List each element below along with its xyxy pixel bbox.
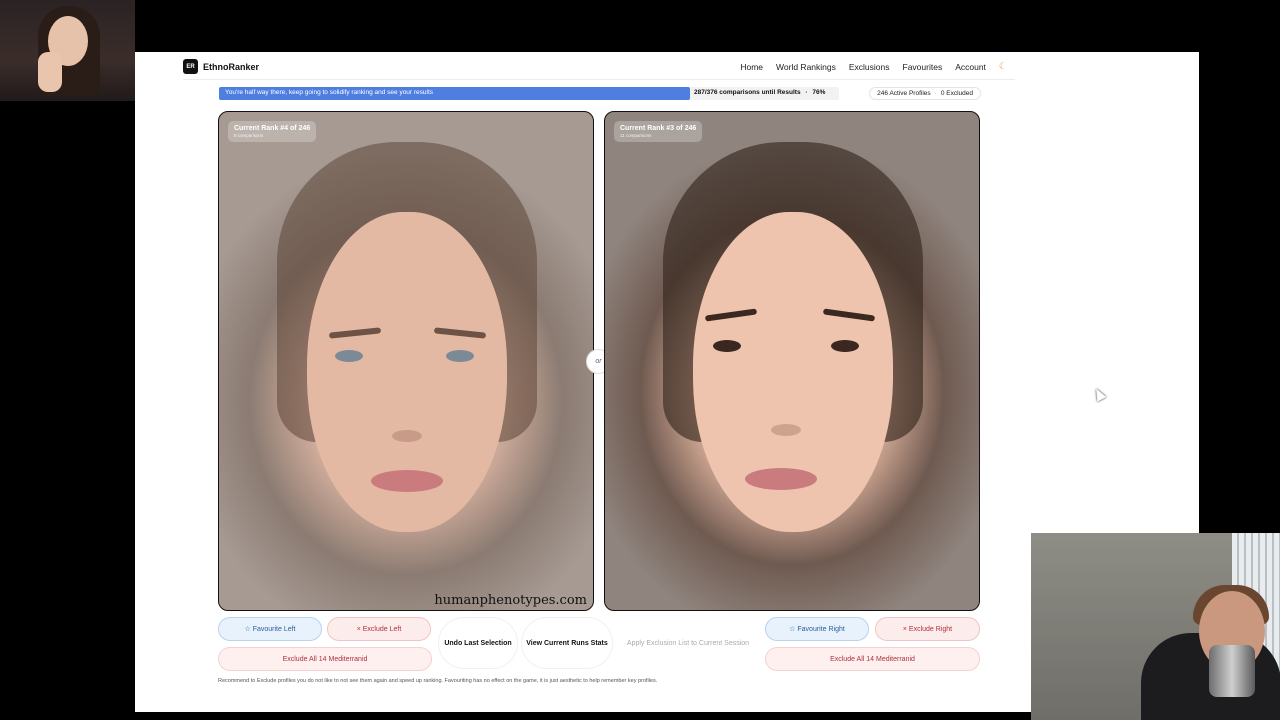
exclude-all-right-button[interactable]: Exclude All 14 Mediterranid [765, 647, 980, 671]
exclude-left-button[interactable]: × Exclude Left [327, 617, 431, 641]
exclude-right-button[interactable]: × Exclude Right [875, 617, 980, 641]
navbar: ER EthnoRanker Home World Rankings Exclu… [183, 52, 1015, 80]
right-profile-card[interactable]: Current Rank #3 of 246 11 comparisons [604, 111, 980, 611]
apply-exclusion-button[interactable]: Apply Exclusion List to Current Session [619, 618, 757, 668]
nav-links: Home World Rankings Exclusions Favourite… [740, 61, 1007, 72]
rank-badge: Current Rank #3 of 246 11 comparisons [614, 121, 703, 142]
rank-badge: Current Rank #4 of 246 8 comparisons [228, 121, 317, 142]
active-profiles-pill: 246 Active Profiles · 0 Excluded [869, 87, 981, 100]
logo-badge: ER [183, 59, 198, 74]
nav-account[interactable]: Account [955, 62, 986, 72]
left-profile-card[interactable]: Current Rank #4 of 246 8 comparisons hum… [218, 111, 594, 611]
progress-row: You're half way there, keep going to sol… [219, 87, 981, 100]
view-stats-button[interactable]: View Current Runs Stats [522, 618, 612, 668]
nav-world-rankings[interactable]: World Rankings [776, 62, 836, 72]
undo-button[interactable]: Undo Last Selection [439, 618, 517, 668]
nav-favourites[interactable]: Favourites [903, 62, 943, 72]
hint-text: Recommend to Exclude profiles you do not… [218, 678, 658, 684]
progress-message: You're half way there, keep going to sol… [225, 89, 434, 96]
logo[interactable]: ER EthnoRanker [183, 59, 259, 74]
progress-count: 287/376 comparisons until Results · 76% [694, 89, 826, 96]
moon-icon[interactable]: ☾ [999, 61, 1007, 72]
app-name: EthnoRanker [203, 61, 260, 72]
webcam-overlay-bottom-right [1031, 533, 1280, 720]
exclude-all-left-button[interactable]: Exclude All 14 Mediterranid [218, 647, 432, 671]
active-profiles-count: 246 Active Profiles [877, 90, 931, 97]
nav-home[interactable]: Home [740, 62, 763, 72]
excluded-count: 0 Excluded [940, 90, 973, 97]
screen: ER EthnoRanker Home World Rankings Exclu… [0, 0, 1280, 720]
watermark: humanphenotypes.com [434, 593, 587, 608]
favourite-left-button[interactable]: ☆ Favourite Left [218, 617, 322, 641]
favourite-right-button[interactable]: ☆ Favourite Right [765, 617, 869, 641]
nav-exclusions[interactable]: Exclusions [849, 62, 890, 72]
progress-bar: You're half way there, keep going to sol… [219, 87, 839, 100]
webcam-overlay-top-left [0, 0, 135, 101]
